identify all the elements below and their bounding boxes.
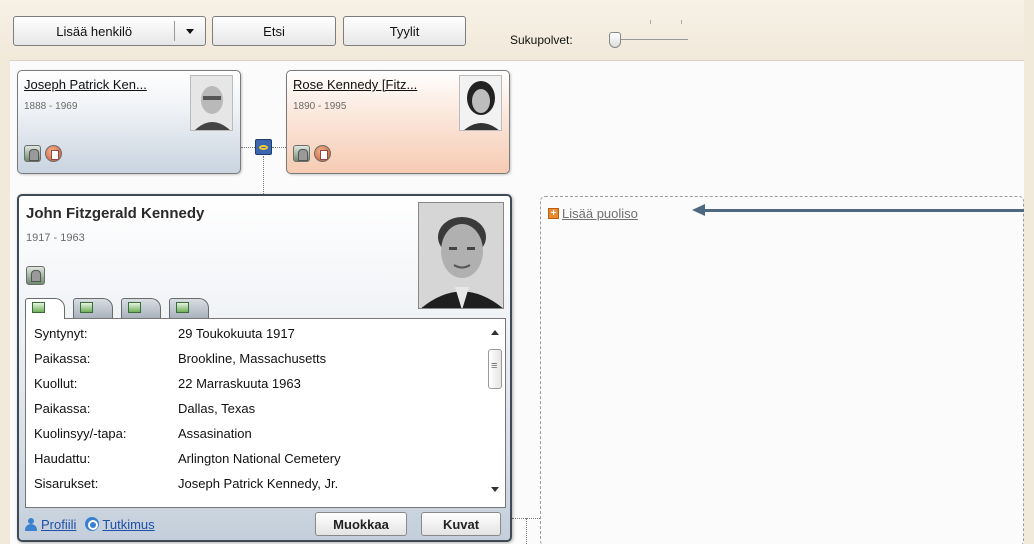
- details-table: Syntynyt: 29 Toukokuuta 1917 Paikassa: Bro…: [34, 321, 341, 496]
- detail-key: Paikassa:: [34, 401, 91, 416]
- table-row: Kuollut: 22 Marraskuuta 1963: [34, 371, 341, 396]
- add-person-label: Lisää henkilö: [56, 23, 133, 39]
- scroll-up-icon[interactable]: [491, 330, 499, 335]
- gravestone-icon[interactable]: [26, 266, 45, 285]
- tab-relations[interactable]: [121, 298, 161, 318]
- detail-key: Sisarukset:: [34, 476, 99, 491]
- research-link[interactable]: Tutkimus: [102, 517, 154, 532]
- generations-slider[interactable]: [618, 39, 688, 40]
- edit-button[interactable]: Muokkaa: [315, 512, 407, 536]
- father-photo[interactable]: [190, 75, 233, 131]
- frame-right: [1024, 0, 1034, 544]
- connector-line: [526, 518, 527, 544]
- father-card[interactable]: Joseph Patrick Ken... 1888 - 1969: [17, 70, 241, 174]
- tab-media[interactable]: [169, 298, 209, 318]
- slider-tick: [650, 20, 651, 24]
- add-spouse-link[interactable]: Lisää puoliso: [562, 206, 638, 221]
- details-tab-icon: [32, 302, 45, 313]
- detail-key: Haudattu:: [34, 451, 91, 466]
- family-tab-icon: [80, 302, 93, 313]
- generations-label: Sukupolvet:: [510, 33, 573, 47]
- detail-value: Brookline, Massachusetts: [178, 351, 327, 366]
- search-icon: [85, 517, 100, 531]
- profile-link[interactable]: Profiili: [41, 517, 76, 532]
- father-years: 1888 - 1969: [24, 101, 78, 112]
- gravestone-icon[interactable]: [24, 145, 41, 162]
- tab-details[interactable]: [25, 298, 65, 319]
- mother-name-link[interactable]: Rose Kennedy [Fitz...: [293, 77, 417, 92]
- detail-value: Dallas, Texas: [178, 401, 256, 416]
- tab-family[interactable]: [73, 298, 113, 318]
- marriage-icon[interactable]: [255, 139, 272, 155]
- connector-line: [241, 147, 255, 148]
- media-tab-icon: [176, 302, 189, 313]
- add-spouse-link-group[interactable]: + Lisää puoliso: [548, 206, 638, 221]
- mother-card[interactable]: Rose Kennedy [Fitz... 1890 - 1995: [286, 70, 510, 174]
- photos-button[interactable]: Kuvat: [421, 512, 501, 536]
- detail-key: Kuolinsyy/-tapa:: [34, 426, 127, 441]
- detail-key: Syntynyt:: [34, 326, 88, 341]
- table-row: Paikassa: Brookline, Massachusetts: [34, 346, 341, 371]
- dropdown-arrow-icon: [186, 28, 195, 34]
- slider-thumb-icon[interactable]: [609, 32, 621, 48]
- table-row: Haudattu: Arlington National Cemetery: [34, 446, 341, 471]
- add-person-button[interactable]: Lisää henkilö: [13, 16, 206, 46]
- find-button[interactable]: Etsi: [212, 16, 336, 46]
- note-icon[interactable]: [314, 145, 331, 162]
- connector-line: [263, 156, 264, 194]
- table-row: Kuolinsyy/-tapa: Assasination: [34, 421, 341, 446]
- slider-tick: [681, 20, 682, 24]
- person-photo[interactable]: [418, 202, 504, 309]
- detail-value: Arlington National Cemetery: [178, 451, 341, 466]
- card-footer: Profiili Tutkimus: [25, 514, 155, 534]
- person-icon: [25, 517, 37, 531]
- note-icon[interactable]: [45, 145, 62, 162]
- connector-line: [272, 147, 286, 148]
- add-person-dropdown[interactable]: [175, 28, 205, 34]
- scroll-down-icon[interactable]: [491, 487, 499, 492]
- detail-value: 22 Marraskuuta 1963: [178, 376, 301, 391]
- mother-years: 1890 - 1995: [293, 101, 347, 112]
- frame-left: [0, 60, 10, 544]
- person-years: 1917 - 1963: [26, 232, 85, 244]
- detail-value: Joseph Patrick Kennedy, Jr.: [178, 476, 339, 491]
- detail-key: Paikassa:: [34, 351, 91, 366]
- detail-value: 29 Toukokuuta 1917: [178, 326, 295, 341]
- focus-person-card[interactable]: John Fitzgerald Kennedy 1917 - 1963 Synt…: [17, 194, 512, 542]
- mother-photo[interactable]: [459, 75, 502, 131]
- plus-icon: +: [548, 208, 559, 219]
- gravestone-icon[interactable]: [293, 145, 310, 162]
- scroll-thumb[interactable]: [488, 349, 502, 389]
- person-name: John Fitzgerald Kennedy: [26, 205, 205, 222]
- table-row: Syntynyt: 29 Toukokuuta 1917: [34, 321, 341, 346]
- annotation-arrow-line: [704, 209, 1024, 212]
- table-row: Paikassa: Dallas, Texas: [34, 396, 341, 421]
- add-spouse-box[interactable]: + Lisää puoliso: [540, 196, 1024, 544]
- detail-value: Assasination: [178, 426, 252, 441]
- table-row: Sisarukset: Joseph Patrick Kennedy, Jr.: [34, 471, 341, 496]
- father-name-link[interactable]: Joseph Patrick Ken...: [24, 77, 147, 92]
- styles-button[interactable]: Tyylit: [343, 16, 466, 46]
- detail-key: Kuollut:: [34, 376, 78, 391]
- details-scrollbar[interactable]: [485, 319, 505, 507]
- relations-tab-icon: [128, 302, 141, 313]
- details-panel[interactable]: Syntynyt: 29 Toukokuuta 1917 Paikassa: Bro…: [25, 318, 506, 508]
